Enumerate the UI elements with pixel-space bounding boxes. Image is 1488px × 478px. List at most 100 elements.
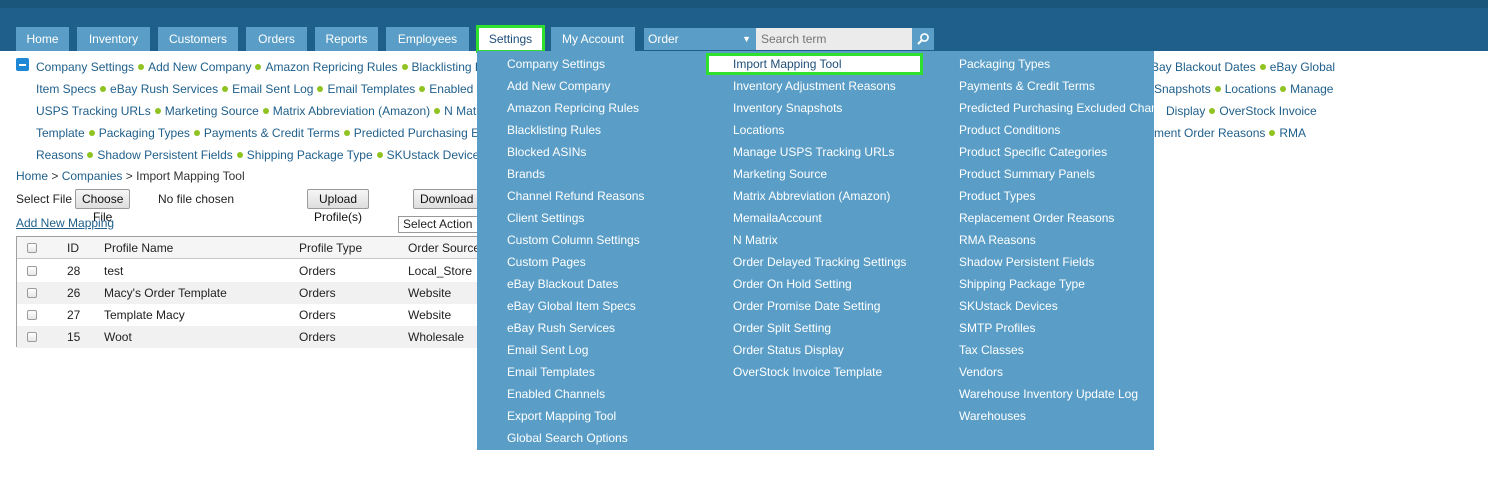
menu-item-email-templates[interactable]: Email Templates: [507, 364, 595, 380]
menu-item-vendors[interactable]: Vendors: [959, 364, 1003, 380]
link-marketing-source[interactable]: Marketing Source: [165, 104, 259, 118]
add-new-mapping-link[interactable]: Add New Mapping: [16, 216, 114, 230]
cell-profile-name[interactable]: Template Macy: [104, 304, 185, 326]
menu-item-skustack-devices[interactable]: SKUstack Devices: [959, 298, 1058, 314]
header-order-source[interactable]: Order Source: [408, 237, 480, 259]
link-ebay-blackout-dates[interactable]: Bay Blackout Dates: [1151, 60, 1256, 74]
link-predicted-purchasing[interactable]: Predicted Purchasing E: [354, 126, 479, 140]
menu-item-export-mapping-tool[interactable]: Export Mapping Tool: [507, 408, 616, 424]
menu-item-company-settings[interactable]: Company Settings: [507, 56, 605, 72]
menu-item-inventory-adjustment-reasons[interactable]: Inventory Adjustment Reasons: [733, 78, 896, 94]
link-ebay-global[interactable]: eBay Global: [1270, 60, 1335, 74]
row-checkbox[interactable]: [27, 332, 37, 342]
cell-profile-name[interactable]: Woot: [104, 326, 132, 348]
menu-item-n-matrix[interactable]: N Matrix: [733, 232, 778, 248]
menu-item-smtp-profiles[interactable]: SMTP Profiles: [959, 320, 1035, 336]
menu-item-add-new-company[interactable]: Add New Company: [507, 78, 610, 94]
link-skustack-devices[interactable]: SKUstack Device: [387, 148, 480, 162]
menu-item-memailaaccount[interactable]: MemailaAccount: [733, 210, 822, 226]
menu-item-global-search-options[interactable]: Global Search Options: [507, 430, 628, 446]
link-inventory-snapshots[interactable]: Snapshots: [1154, 82, 1211, 96]
link-item-specs[interactable]: Item Specs: [36, 82, 96, 96]
tab-settings[interactable]: Settings: [476, 25, 545, 53]
row-checkbox[interactable]: [27, 266, 37, 276]
menu-item-custom-column-settings[interactable]: Custom Column Settings: [507, 232, 640, 248]
tab-inventory[interactable]: Inventory: [77, 27, 150, 51]
menu-item-blocked-asins[interactable]: Blocked ASINs: [507, 144, 586, 160]
menu-item-predicted-purchasing-excluded-chan[interactable]: Predicted Purchasing Excluded Chan: [959, 100, 1158, 116]
cell-profile-name[interactable]: Macy's Order Template: [104, 282, 227, 304]
menu-item-payments-credit-terms[interactable]: Payments & Credit Terms: [959, 78, 1095, 94]
menu-item-channel-refund-reasons[interactable]: Channel Refund Reasons: [507, 188, 644, 204]
search-input[interactable]: [756, 28, 912, 50]
link-amazon-repricing-rules[interactable]: Amazon Repricing Rules: [265, 60, 397, 74]
cell-profile-name[interactable]: test: [104, 260, 123, 282]
select-action-dropdown[interactable]: Select Action: [398, 216, 478, 233]
menu-item-locations[interactable]: Locations: [733, 122, 784, 138]
menu-item-order-status-display[interactable]: Order Status Display: [733, 342, 844, 358]
link-overstock-invoice[interactable]: OverStock Invoice: [1219, 104, 1316, 118]
menu-item-order-on-hold-setting[interactable]: Order On Hold Setting: [733, 276, 852, 292]
link-payments-credit-terms[interactable]: Payments & Credit Terms: [204, 126, 340, 140]
menu-item-email-sent-log[interactable]: Email Sent Log: [507, 342, 588, 358]
menu-item-rma-reasons[interactable]: RMA Reasons: [959, 232, 1036, 248]
link-add-new-company[interactable]: Add New Company: [148, 60, 251, 74]
link-reasons[interactable]: Reasons: [36, 148, 83, 162]
link-email-templates[interactable]: Email Templates: [327, 82, 415, 96]
download-button[interactable]: Download: [413, 189, 481, 209]
menu-item-matrix-abbreviation-amazon[interactable]: Matrix Abbreviation (Amazon): [733, 188, 890, 204]
link-shipping-package-type[interactable]: Shipping Package Type: [247, 148, 373, 162]
menu-item-client-settings[interactable]: Client Settings: [507, 210, 584, 226]
menu-item-product-summary-panels[interactable]: Product Summary Panels: [959, 166, 1095, 182]
menu-item-custom-pages[interactable]: Custom Pages: [507, 254, 586, 270]
menu-item-shipping-package-type[interactable]: Shipping Package Type: [959, 276, 1085, 292]
tab-home[interactable]: Home: [16, 27, 69, 51]
menu-item-ebay-rush-services[interactable]: eBay Rush Services: [507, 320, 615, 336]
tab-customers[interactable]: Customers: [158, 27, 238, 51]
search-scope-select[interactable]: Order ▼: [644, 28, 756, 50]
link-order-status-display[interactable]: Display: [1166, 104, 1205, 118]
menu-item-warehouse-inventory-update-log[interactable]: Warehouse Inventory Update Log: [959, 386, 1138, 402]
menu-item-ebay-global-item-specs[interactable]: eBay Global Item Specs: [507, 298, 636, 314]
menu-item-product-types[interactable]: Product Types: [959, 188, 1036, 204]
tab-orders[interactable]: Orders: [246, 27, 307, 51]
menu-item-enabled-channels[interactable]: Enabled Channels: [507, 386, 605, 402]
link-template[interactable]: Template: [36, 126, 85, 140]
menu-item-manage-usps-tracking-urls[interactable]: Manage USPS Tracking URLs: [733, 144, 894, 160]
menu-item-overstock-invoice-template[interactable]: OverStock Invoice Template: [733, 364, 882, 380]
tab-my-account[interactable]: My Account: [551, 27, 635, 51]
menu-item-brands[interactable]: Brands: [507, 166, 545, 182]
menu-item-product-specific-categories[interactable]: Product Specific Categories: [959, 144, 1107, 160]
menu-item-product-conditions[interactable]: Product Conditions: [959, 122, 1060, 138]
menu-item-import-mapping-tool[interactable]: Import Mapping Tool: [706, 53, 923, 75]
menu-item-order-promise-date-setting[interactable]: Order Promise Date Setting: [733, 298, 880, 314]
menu-item-ebay-blackout-dates[interactable]: eBay Blackout Dates: [507, 276, 618, 292]
link-locations[interactable]: Locations: [1225, 82, 1276, 96]
link-shadow-persistent-fields[interactable]: Shadow Persistent Fields: [97, 148, 232, 162]
upload-profiles-button[interactable]: Upload Profile(s): [307, 189, 369, 224]
menu-item-shadow-persistent-fields[interactable]: Shadow Persistent Fields: [959, 254, 1094, 270]
link-manage[interactable]: Manage: [1290, 82, 1333, 96]
menu-item-warehouses[interactable]: Warehouses: [959, 408, 1026, 424]
breadcrumb-companies[interactable]: Companies: [62, 169, 123, 183]
menu-item-inventory-snapshots[interactable]: Inventory Snapshots: [733, 100, 842, 116]
breadcrumb-home[interactable]: Home: [16, 169, 48, 183]
header-profile-name[interactable]: Profile Name: [104, 237, 173, 259]
select-all-checkbox[interactable]: [27, 243, 37, 253]
menu-item-tax-classes[interactable]: Tax Classes: [959, 342, 1024, 358]
link-matrix-abbreviation[interactable]: Matrix Abbreviation (Amazon): [273, 104, 430, 118]
tab-employees[interactable]: Employees: [386, 27, 469, 51]
link-blacklisting-rules[interactable]: Blacklisting R: [412, 60, 484, 74]
choose-file-button[interactable]: Choose File: [75, 189, 131, 224]
link-replacement-order-reasons[interactable]: ment Order Reasons: [1154, 126, 1265, 140]
menu-item-order-delayed-tracking-settings[interactable]: Order Delayed Tracking Settings: [733, 254, 906, 270]
header-id[interactable]: ID: [67, 237, 79, 259]
link-n-matrix[interactable]: N Matr: [444, 104, 480, 118]
menu-item-marketing-source[interactable]: Marketing Source: [733, 166, 827, 182]
row-checkbox[interactable]: [27, 288, 37, 298]
link-rma[interactable]: RMA: [1279, 126, 1306, 140]
menu-item-replacement-order-reasons[interactable]: Replacement Order Reasons: [959, 210, 1114, 226]
menu-item-blacklisting-rules[interactable]: Blacklisting Rules: [507, 122, 601, 138]
link-ebay-rush-services[interactable]: eBay Rush Services: [110, 82, 218, 96]
search-button[interactable]: [912, 28, 934, 50]
